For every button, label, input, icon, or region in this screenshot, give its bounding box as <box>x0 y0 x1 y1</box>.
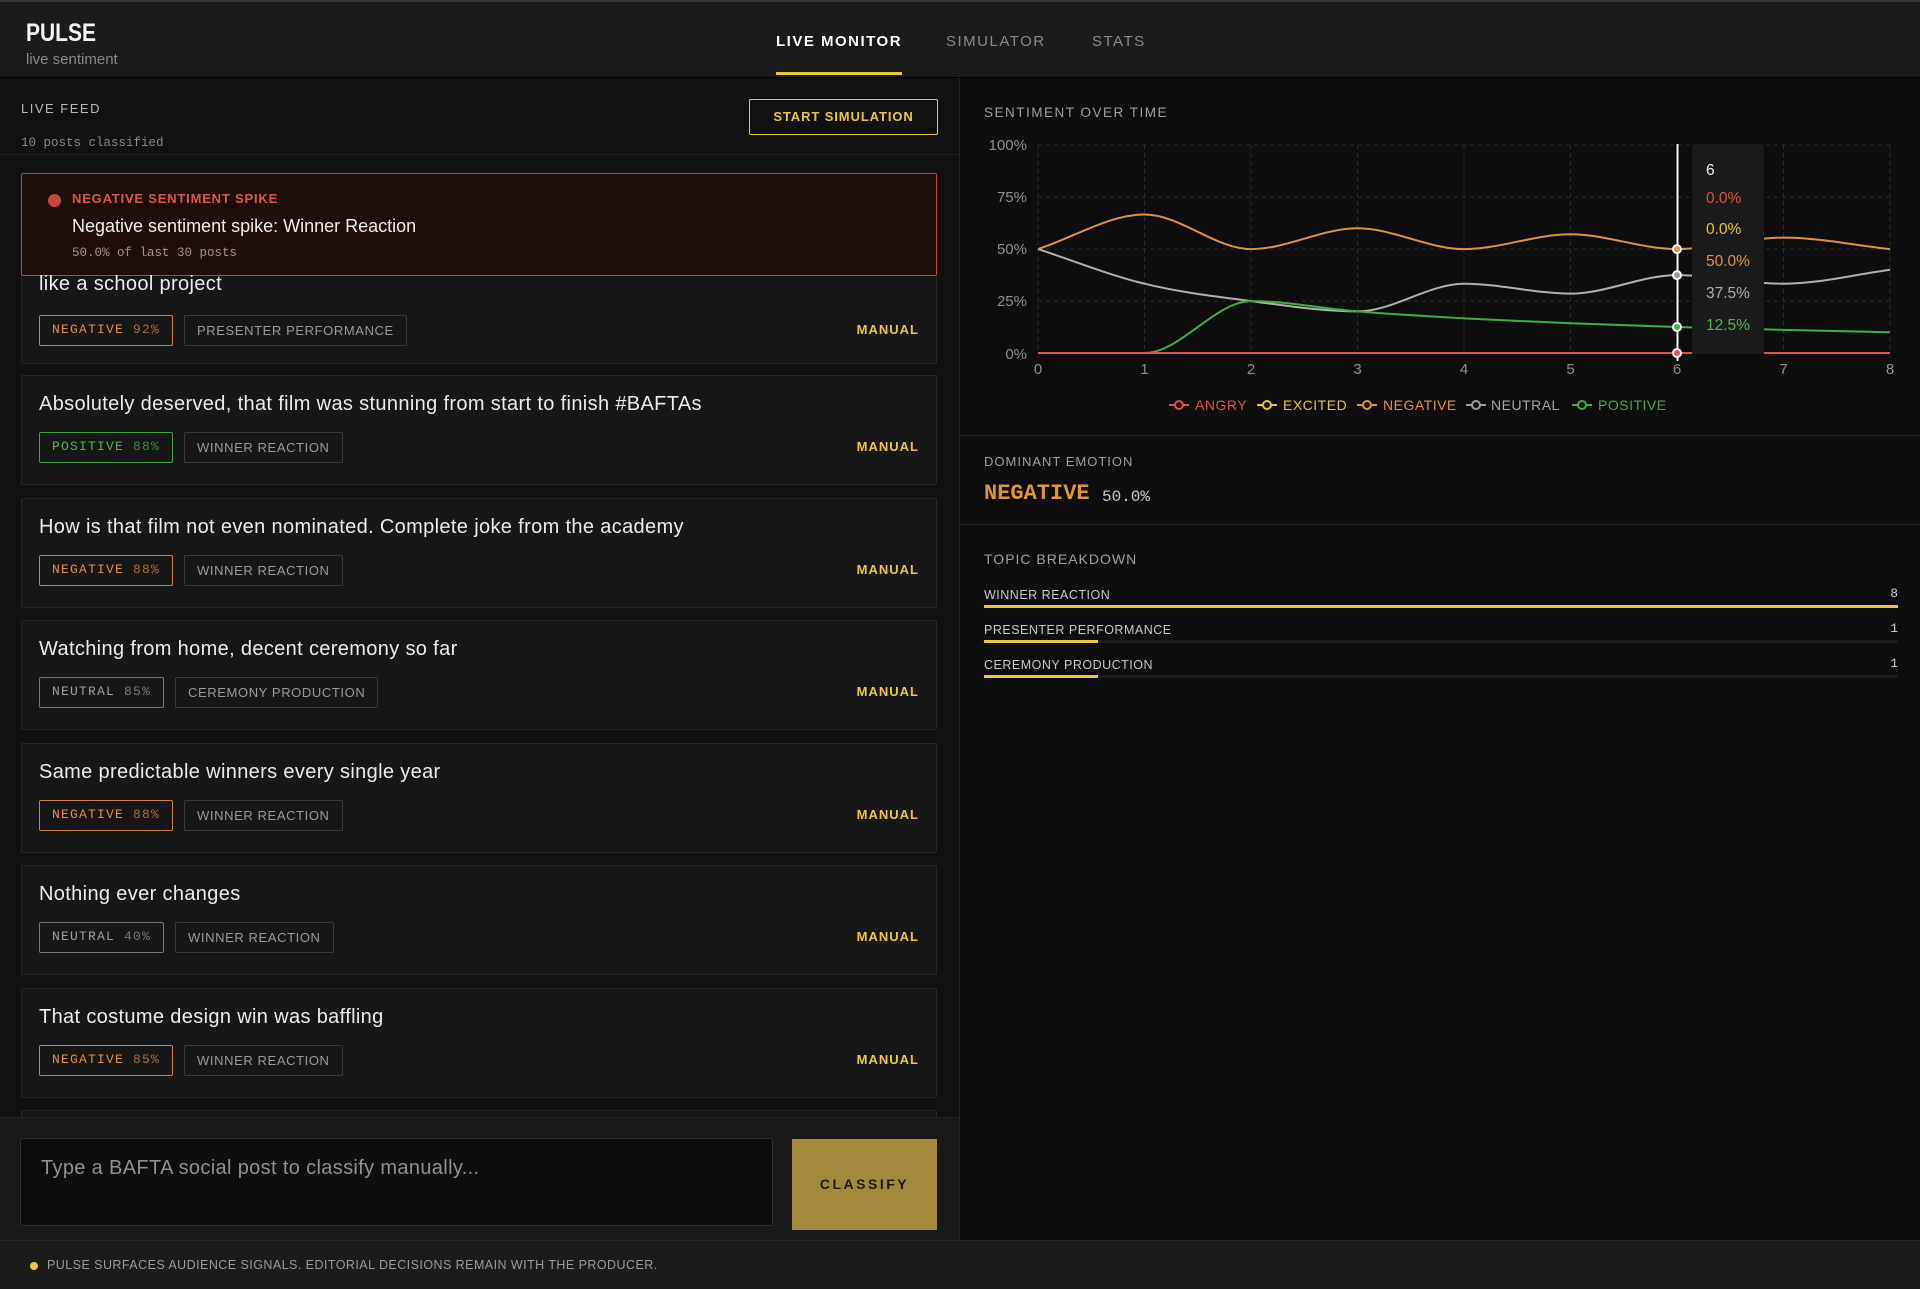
svg-text:0.0%: 0.0% <box>1706 190 1742 207</box>
svg-text:50%: 50% <box>997 241 1027 258</box>
svg-text:NEGATIVE: NEGATIVE <box>1383 397 1457 413</box>
svg-text:100%: 100% <box>989 137 1027 154</box>
svg-text:1: 1 <box>1140 361 1148 378</box>
svg-text:3: 3 <box>1353 361 1361 378</box>
svg-text:5: 5 <box>1566 361 1574 378</box>
svg-text:4: 4 <box>1460 361 1468 378</box>
svg-text:2: 2 <box>1247 361 1255 378</box>
svg-text:POSITIVE: POSITIVE <box>1598 397 1667 413</box>
svg-text:8: 8 <box>1886 361 1894 378</box>
svg-text:12.5%: 12.5% <box>1706 317 1750 334</box>
svg-text:SENTIMENT OVER TIME: SENTIMENT OVER TIME <box>984 105 1168 120</box>
svg-text:EXCITED: EXCITED <box>1283 397 1347 413</box>
svg-text:37.5%: 37.5% <box>1706 285 1750 302</box>
svg-text:0.0%: 0.0% <box>1706 221 1742 238</box>
svg-text:7: 7 <box>1779 361 1787 378</box>
svg-text:75%: 75% <box>997 189 1027 206</box>
svg-text:50.0%: 50.0% <box>1706 253 1750 270</box>
svg-text:0%: 0% <box>1005 346 1027 363</box>
svg-text:0: 0 <box>1034 361 1042 378</box>
svg-text:ANGRY: ANGRY <box>1195 397 1247 413</box>
svg-text:NEUTRAL: NEUTRAL <box>1491 397 1560 413</box>
svg-text:6: 6 <box>1706 162 1715 179</box>
svg-text:25%: 25% <box>997 293 1027 310</box>
svg-text:6: 6 <box>1673 361 1681 378</box>
